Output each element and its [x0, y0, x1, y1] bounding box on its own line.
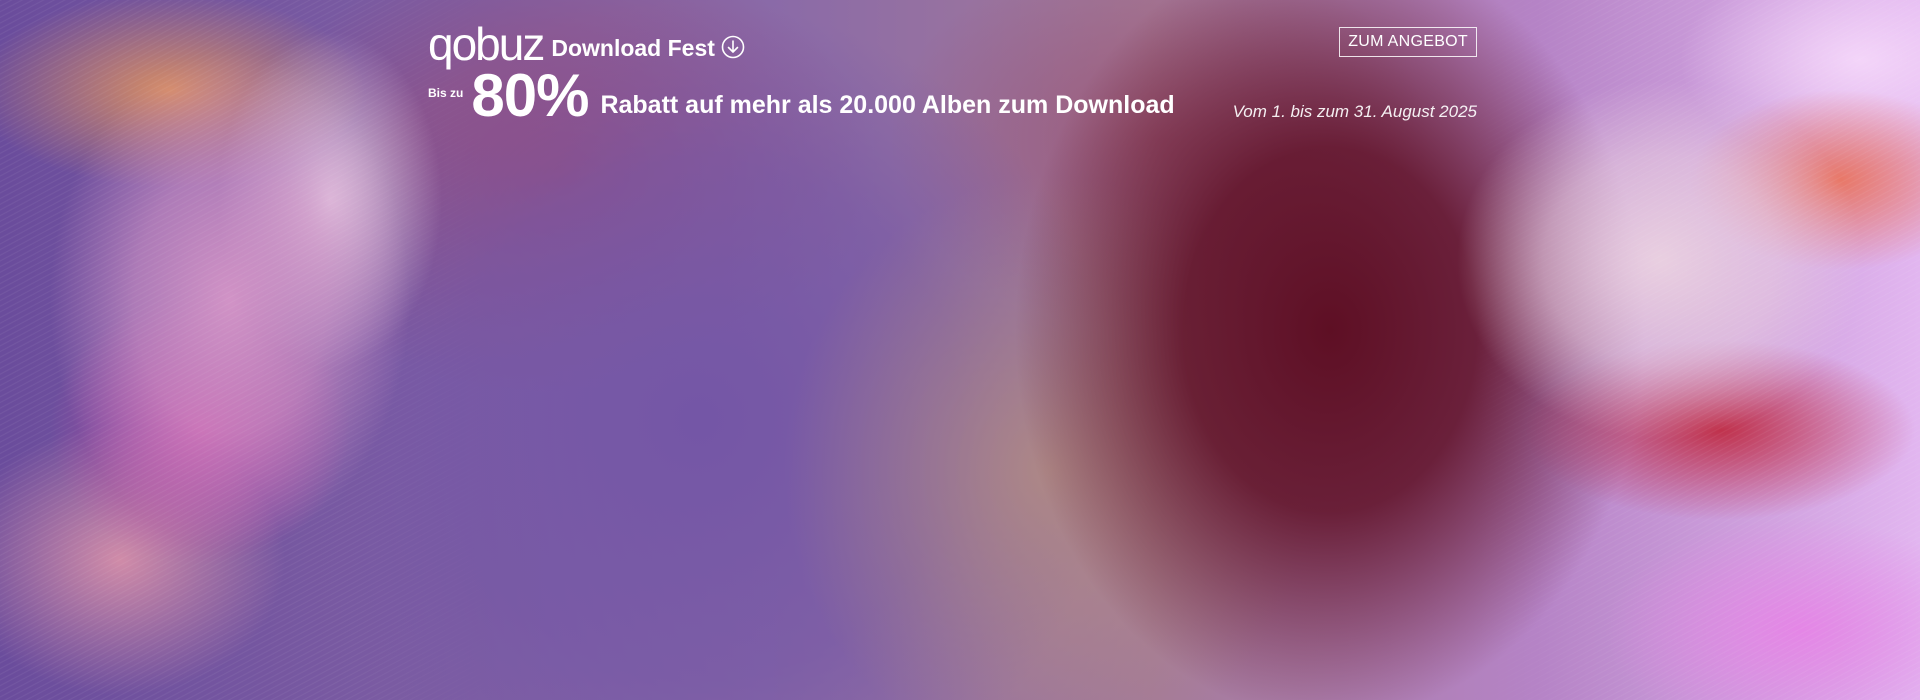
event-title: Download Fest [551, 34, 715, 61]
banner-content: qobuz Download Fest ZUM ANGEBOT Bis zu 8… [428, 21, 1477, 132]
promo-row: Bis zu 80% Rabatt auf mehr als 20.000 Al… [428, 66, 1175, 126]
promo-dates: Vom 1. bis zum 31. August 2025 [1232, 102, 1477, 121]
qobuz-logo[interactable]: qobuz [428, 21, 545, 67]
discount-percent: 80% [471, 62, 589, 129]
brand-row: qobuz Download Fest [428, 21, 745, 67]
discount-prefix: Bis zu [428, 86, 464, 100]
zum-angebot-button[interactable]: ZUM ANGEBOT [1339, 27, 1477, 57]
promo-banner[interactable]: qobuz Download Fest ZUM ANGEBOT Bis zu 8… [0, 0, 1920, 700]
promo-headline: Rabatt auf mehr als 20.000 Alben zum Dow… [600, 91, 1175, 119]
download-circle-icon [721, 35, 745, 59]
